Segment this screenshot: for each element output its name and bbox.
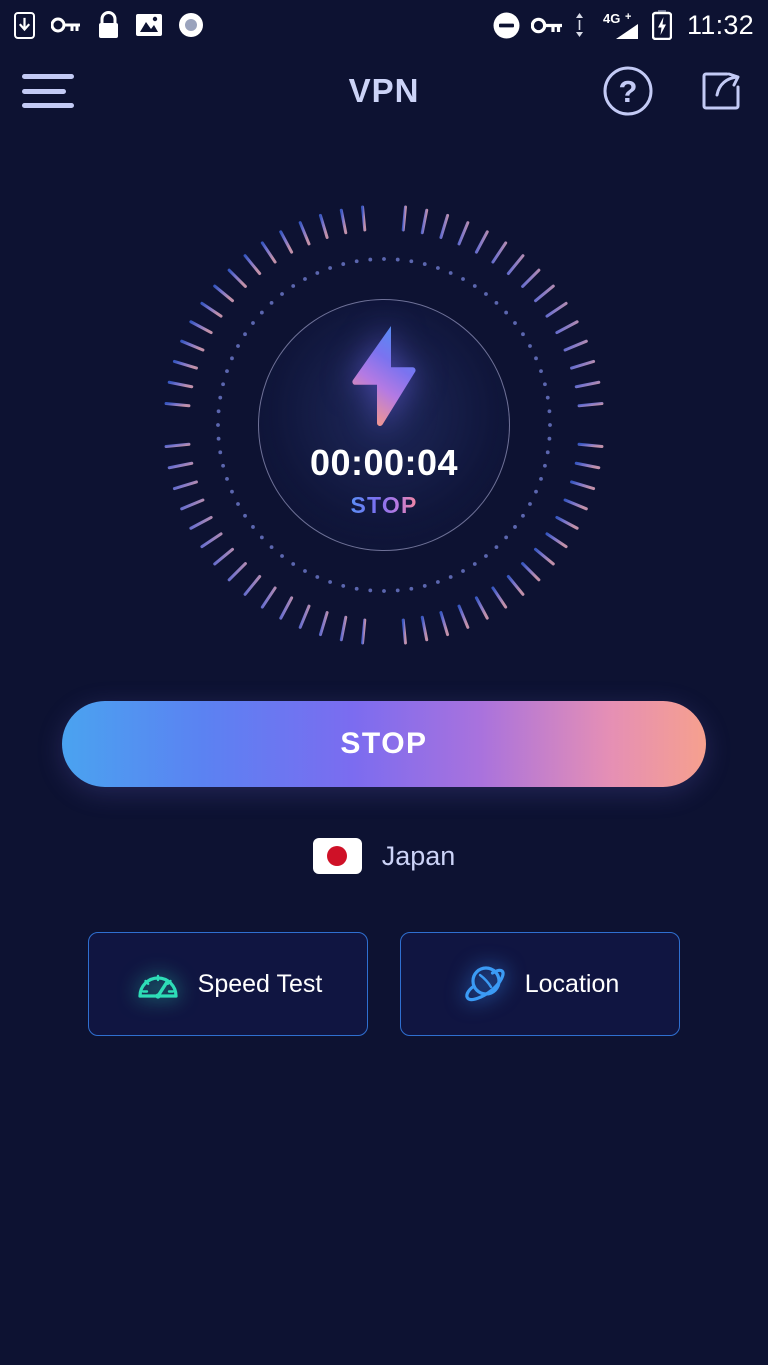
image-icon xyxy=(136,14,162,36)
vpn-key-icon xyxy=(530,15,563,36)
speed-test-label: Speed Test xyxy=(197,969,323,998)
data-transfer-icon xyxy=(574,13,585,37)
dial-inner-circle[interactable]: 00:00:04 STOP xyxy=(258,299,510,551)
location-label: Location xyxy=(524,969,620,998)
svg-text:?: ? xyxy=(619,74,638,109)
dial-status-label: STOP xyxy=(350,491,418,518)
battery-charging-icon xyxy=(651,10,672,40)
action-buttons-row: Speed Test Location xyxy=(88,932,680,1036)
share-icon[interactable] xyxy=(696,66,746,116)
status-bar-clock: 11:32 xyxy=(686,9,754,40)
vpn-app-screen: 4G + 11:32 VPN ? 00:00:04 STOP STOP Japa… xyxy=(0,0,768,1365)
stop-button[interactable]: STOP xyxy=(62,701,706,787)
download-to-phone-icon xyxy=(14,11,35,39)
vpn-key-icon xyxy=(51,15,81,35)
signal-4g-plus-icon: 4G + xyxy=(596,10,641,40)
country-selector[interactable]: Japan xyxy=(0,838,768,874)
status-bar-right-icons: 4G + 11:32 xyxy=(493,10,754,41)
flag-red-circle xyxy=(327,846,348,866)
app-bar-actions: ? xyxy=(602,65,746,117)
location-button[interactable]: Location xyxy=(400,932,680,1036)
speedometer-icon xyxy=(134,960,182,1008)
hamburger-line xyxy=(22,88,66,94)
connection-dial: 00:00:04 STOP xyxy=(144,185,624,665)
japan-flag-icon xyxy=(312,838,362,874)
do-not-disturb-icon xyxy=(493,12,520,39)
speed-test-button[interactable]: Speed Test xyxy=(88,932,368,1036)
status-bar-left-icons xyxy=(14,11,204,39)
hamburger-menu-icon[interactable] xyxy=(22,74,74,108)
country-name-label: Japan xyxy=(381,840,456,871)
status-bar: 4G + 11:32 xyxy=(0,0,768,50)
record-icon xyxy=(178,12,204,38)
connection-timer: 00:00:04 xyxy=(309,441,459,483)
hamburger-line xyxy=(22,103,74,108)
app-bar: VPN ? xyxy=(0,55,768,127)
lock-icon xyxy=(97,11,120,39)
svg-text:+: + xyxy=(625,11,631,23)
hamburger-line xyxy=(22,74,74,79)
help-circle-icon[interactable]: ? xyxy=(602,65,654,117)
planet-globe-icon xyxy=(461,960,509,1008)
svg-text:4G: 4G xyxy=(603,11,620,26)
lightning-bolt-icon xyxy=(352,325,416,426)
